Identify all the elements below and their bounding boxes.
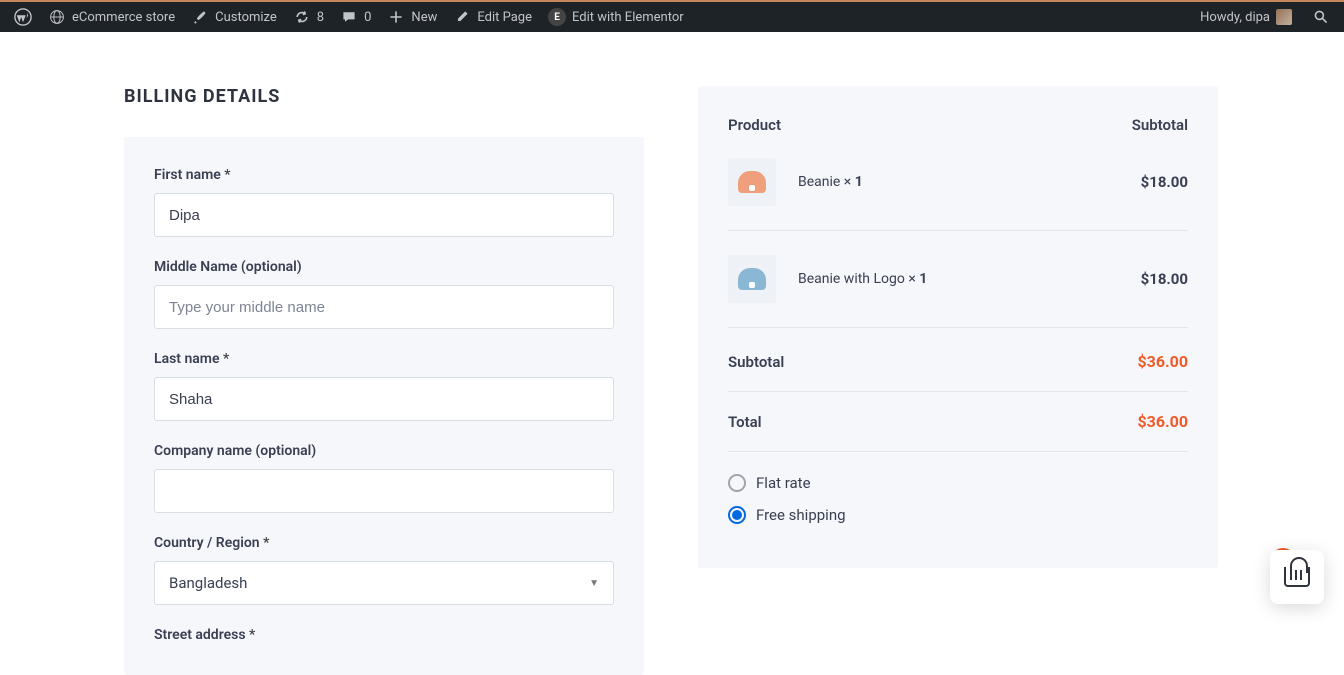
order-header: Product Subtotal — [728, 116, 1188, 134]
plus-icon — [387, 8, 405, 26]
product-thumb — [728, 158, 776, 206]
product-price: $18.00 — [1141, 270, 1188, 288]
product-thumb — [728, 255, 776, 303]
product-row: Beanie × 1 $18.00 — [728, 158, 1188, 231]
field-street: Street address * — [154, 627, 614, 643]
order-summary: Product Subtotal Beanie × 1 $18.00 Beani… — [698, 86, 1218, 568]
elementor-icon: E — [548, 8, 566, 26]
customize-label: Customize — [215, 10, 277, 25]
product-name: Beanie with Logo × 1 — [798, 271, 1141, 287]
field-first-name: First name * — [154, 167, 614, 237]
first-name-label: First name * — [154, 167, 614, 183]
last-name-input[interactable] — [154, 377, 614, 421]
field-middle-name: Middle Name (optional) — [154, 259, 614, 329]
site-name[interactable]: eCommerce store — [40, 1, 183, 33]
product-row: Beanie with Logo × 1 $18.00 — [728, 255, 1188, 328]
product-name: Beanie × 1 — [798, 174, 1141, 190]
shipping-flat-label: Flat rate — [756, 474, 811, 492]
updates-count: 8 — [317, 10, 324, 25]
basket-icon — [1284, 567, 1310, 587]
refresh-icon — [293, 8, 311, 26]
beanie-logo-icon — [738, 268, 766, 290]
total-row: Total $36.00 — [728, 412, 1188, 452]
subtotal-header: Subtotal — [1132, 116, 1188, 134]
radio-off-icon — [728, 474, 746, 492]
comments-count: 0 — [364, 10, 371, 25]
avatar-icon — [1276, 9, 1292, 25]
country-label: Country / Region * — [154, 535, 614, 551]
radio-on-icon — [728, 506, 746, 524]
shipping-options: Flat rate Free shipping — [728, 474, 1188, 524]
search-toggle[interactable] — [1304, 1, 1338, 33]
new-label: New — [411, 10, 437, 25]
subtotal-label: Subtotal — [728, 353, 784, 371]
pencil-icon — [453, 8, 471, 26]
admin-bar-right: Howdy, dipa — [1192, 1, 1338, 33]
field-last-name: Last name * — [154, 351, 614, 421]
field-company: Company name (optional) — [154, 443, 614, 513]
billing-section: BILLING DETAILS First name * Middle Name… — [124, 86, 644, 675]
search-icon — [1312, 8, 1330, 26]
country-value: Bangladesh — [169, 574, 247, 592]
subtotal-value: $36.00 — [1137, 352, 1188, 371]
chevron-down-icon: ▼ — [589, 578, 599, 589]
comments-link[interactable]: 0 — [332, 1, 379, 33]
company-label: Company name (optional) — [154, 443, 614, 459]
product-price: $18.00 — [1141, 173, 1188, 191]
new-link[interactable]: New — [379, 1, 445, 33]
wp-logo[interactable] — [6, 1, 40, 33]
total-value: $36.00 — [1137, 412, 1188, 431]
customize-link[interactable]: Customize — [183, 1, 285, 33]
shipping-free-label: Free shipping — [756, 506, 846, 524]
updates-link[interactable]: 8 — [285, 1, 332, 33]
shipping-free[interactable]: Free shipping — [728, 506, 1188, 524]
product-header: Product — [728, 116, 781, 134]
beanie-icon — [738, 171, 766, 193]
field-country: Country / Region * Bangladesh ▼ — [154, 535, 614, 605]
billing-title: BILLING DETAILS — [124, 86, 644, 107]
user-menu[interactable]: Howdy, dipa — [1192, 1, 1300, 33]
company-input[interactable] — [154, 469, 614, 513]
checkout-page: BILLING DETAILS First name * Middle Name… — [0, 32, 1344, 675]
shipping-flat-rate[interactable]: Flat rate — [728, 474, 1188, 492]
total-label: Total — [728, 413, 762, 431]
middle-name-label: Middle Name (optional) — [154, 259, 614, 275]
first-name-input[interactable] — [154, 193, 614, 237]
floating-cart-button[interactable] — [1270, 550, 1324, 604]
site-name-label: eCommerce store — [72, 10, 175, 25]
edit-page-label: Edit Page — [477, 10, 532, 25]
edit-page-link[interactable]: Edit Page — [445, 1, 540, 33]
edit-elementor-link[interactable]: E Edit with Elementor — [540, 1, 692, 33]
admin-bar-left: eCommerce store Customize 8 0 New — [6, 1, 692, 33]
billing-form: First name * Middle Name (optional) Last… — [124, 137, 644, 675]
admin-bar: eCommerce store Customize 8 0 New — [0, 0, 1344, 32]
edit-elementor-label: Edit with Elementor — [572, 10, 684, 25]
street-label: Street address * — [154, 627, 614, 643]
country-select[interactable]: Bangladesh ▼ — [154, 561, 614, 605]
comment-icon — [340, 8, 358, 26]
subtotal-row: Subtotal $36.00 — [728, 352, 1188, 392]
howdy-label: Howdy, dipa — [1200, 10, 1270, 25]
wordpress-icon — [14, 8, 32, 26]
last-name-label: Last name * — [154, 351, 614, 367]
middle-name-input[interactable] — [154, 285, 614, 329]
brush-icon — [191, 8, 209, 26]
home-icon — [48, 8, 66, 26]
